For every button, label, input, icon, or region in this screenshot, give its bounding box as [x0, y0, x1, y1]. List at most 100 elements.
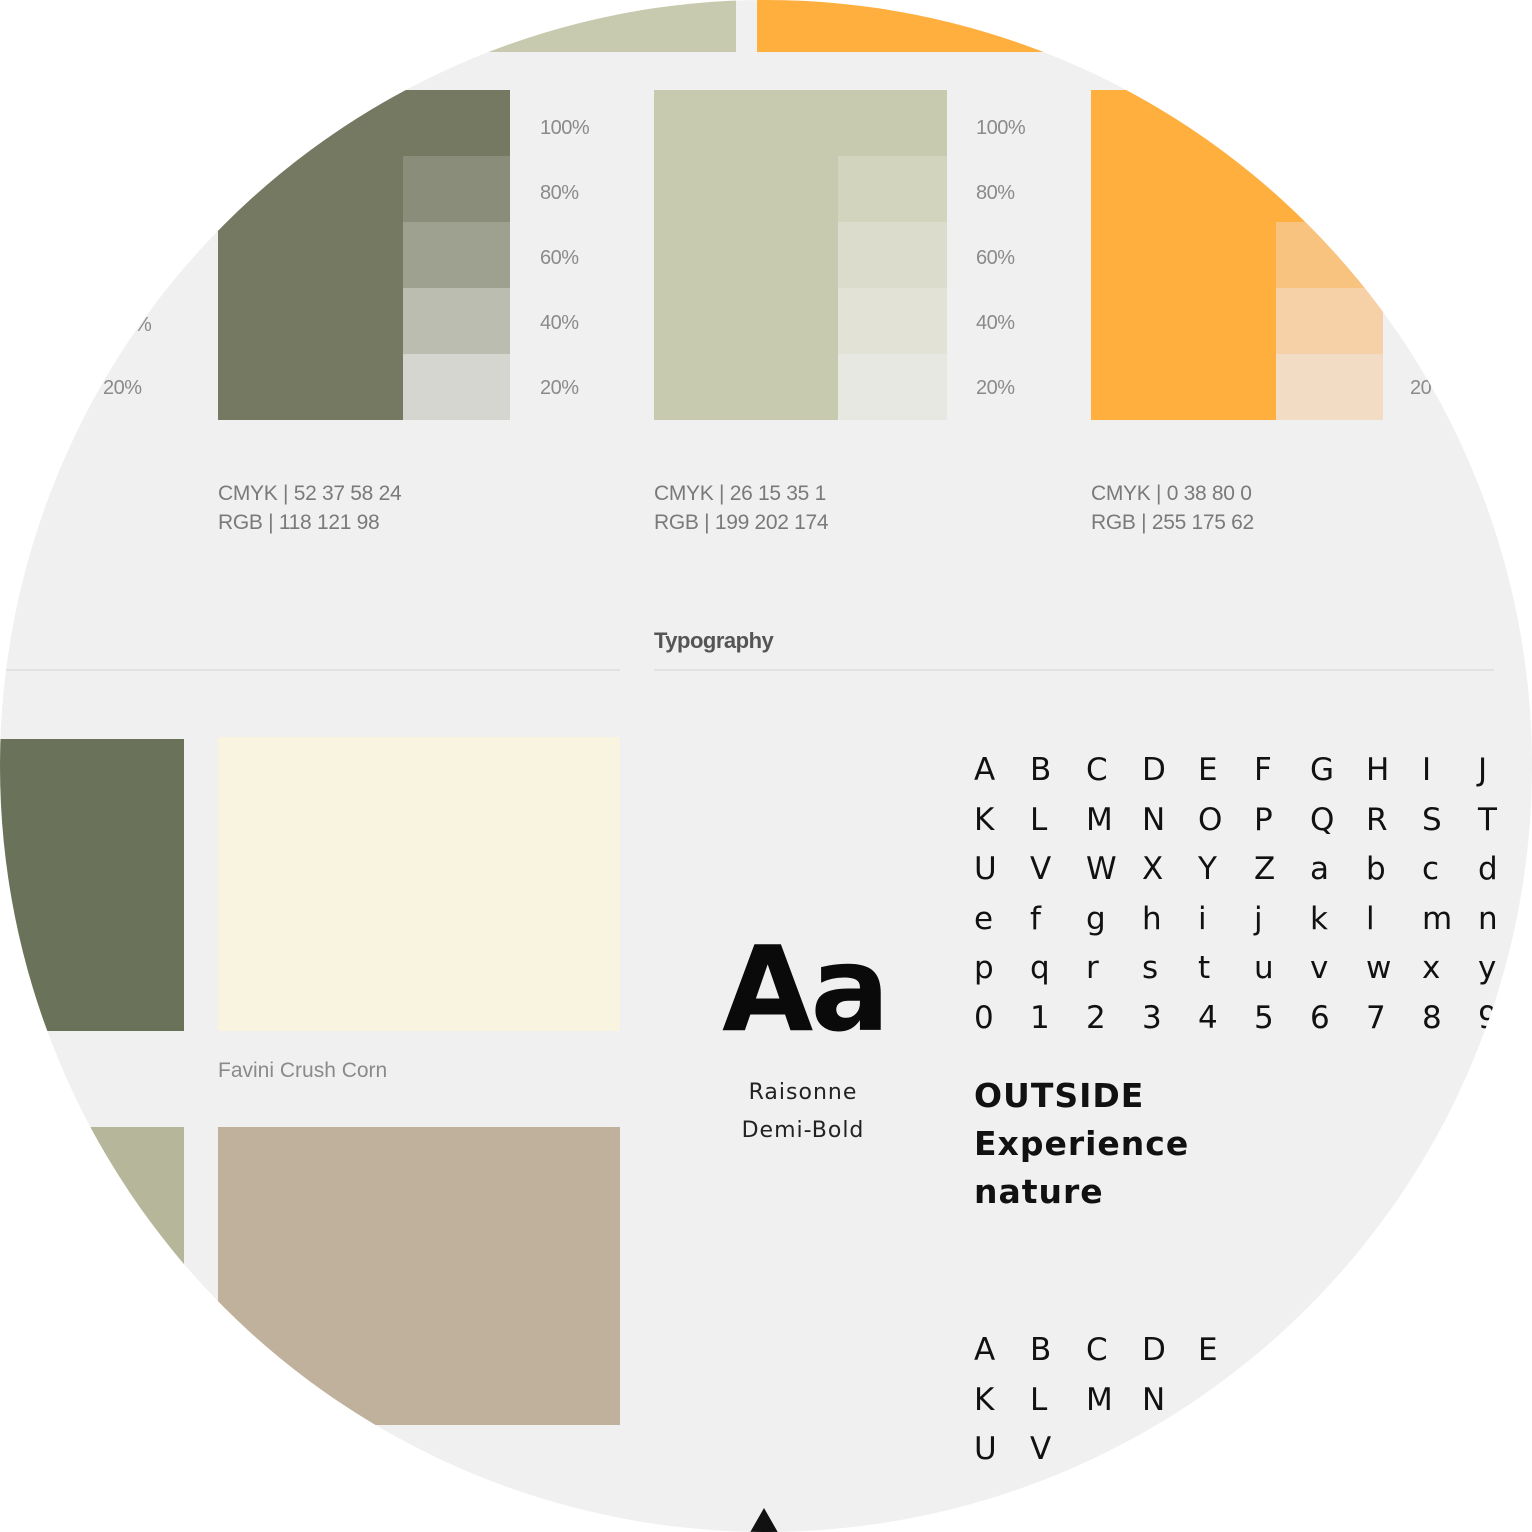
glyph: X — [1142, 851, 1164, 887]
tint-orange-40 — [1276, 288, 1383, 354]
glyph: T — [1478, 801, 1497, 838]
top-sage-strip — [380, 0, 736, 52]
glyph: v — [1310, 950, 1329, 986]
tint-sage-60 — [838, 222, 947, 288]
paper-swatch-tan — [218, 1127, 620, 1425]
glyph: I — [1422, 752, 1432, 788]
font-specimen-aa: Aa — [722, 920, 890, 1058]
glyph: n — [1478, 900, 1498, 937]
tint-label: 40% — [976, 312, 1015, 334]
glyph: m — [1422, 900, 1453, 937]
glyph: c — [1422, 851, 1440, 887]
sample-line-3: nature — [974, 1172, 1104, 1211]
orange-rgb: RGB | 255 175 62 — [1091, 511, 1254, 534]
glyph: O — [1198, 801, 1223, 838]
paper-swatch-green — [0, 739, 184, 1031]
tint-orange-20 — [1276, 354, 1383, 420]
glyph: H — [1366, 752, 1390, 788]
glyph: J — [1478, 752, 1488, 788]
tint-orange-60 — [1276, 222, 1383, 288]
tint-olive-80 — [403, 156, 510, 222]
glyph: a — [1310, 851, 1329, 887]
tint-label: 100% — [540, 117, 590, 139]
glyph: K — [974, 1381, 995, 1418]
glyph: B — [1030, 1332, 1052, 1368]
glyph: y — [1478, 950, 1497, 986]
top-orange-strip — [757, 0, 1177, 52]
glyph: w — [1366, 950, 1392, 986]
glyph: N — [1142, 801, 1166, 838]
glyph: L — [1030, 1381, 1048, 1418]
glyph: 3 — [1142, 999, 1162, 1036]
glyph: N — [1142, 1381, 1166, 1418]
glyph: M — [1086, 801, 1113, 838]
glyph: 4 — [1198, 999, 1218, 1036]
glyph: U — [974, 1431, 997, 1467]
glyph: u — [1254, 950, 1274, 986]
tint-label: 80% — [540, 182, 579, 204]
glyph: V — [1030, 851, 1052, 887]
sage-rgb: RGB | 199 202 174 — [654, 511, 829, 534]
glyph: P — [1254, 801, 1273, 838]
sample-line-1: OUTSIDE — [974, 1076, 1145, 1115]
glyph: Q — [1310, 801, 1335, 838]
tint-label: 100% — [976, 117, 1026, 139]
glyph: 8 — [1422, 999, 1442, 1036]
tint-sage-80 — [838, 156, 947, 222]
glyph: M — [1086, 1381, 1113, 1418]
glyph: V — [1030, 1431, 1052, 1467]
glyph: k — [1310, 900, 1328, 937]
left-partial-tint-label: % — [134, 314, 152, 336]
glyph: R — [1366, 801, 1388, 838]
glyph: i — [1198, 900, 1207, 937]
divider-left — [0, 669, 620, 671]
glyph: Y — [1198, 851, 1217, 887]
font-name-line2: Demi-Bold — [741, 1118, 865, 1143]
glyph: S — [1422, 801, 1442, 838]
glyph: C — [1086, 1332, 1108, 1368]
tint-label: 20% — [976, 377, 1015, 399]
glyph: 9 — [1478, 999, 1498, 1036]
glyph: j — [1254, 900, 1263, 937]
glyph: 2 — [1086, 999, 1106, 1036]
tint-olive-60 — [403, 222, 510, 288]
glyph: D — [1142, 1332, 1166, 1368]
glyph: A — [974, 1332, 996, 1368]
glyph: F — [1254, 752, 1272, 788]
sample-line-2: Experience — [974, 1124, 1190, 1163]
glyph: D — [1142, 752, 1166, 788]
olive-rgb: RGB | 118 121 98 — [218, 511, 380, 534]
tint-olive-40 — [403, 288, 510, 354]
font-name: Raisonne Demi-Bold — [700, 1074, 906, 1150]
glyph: x — [1422, 950, 1441, 986]
tint-sage-20 — [838, 354, 947, 420]
glyph: W — [1086, 851, 1117, 887]
olive-cmyk: CMYK | 52 37 58 24 — [218, 482, 402, 505]
glyph: 7 — [1366, 999, 1386, 1036]
glyph: 6 — [1310, 999, 1330, 1036]
glyph: E — [1198, 1332, 1218, 1368]
glyph: B — [1030, 752, 1052, 788]
divider-right — [654, 669, 1494, 671]
glyph: 5 — [1254, 999, 1274, 1036]
left-partial-tint-20: 20% — [103, 377, 142, 399]
glyph: q — [1030, 950, 1050, 986]
glyph: E — [1198, 752, 1218, 788]
glyph: e — [974, 900, 994, 937]
glyph: G — [1310, 752, 1335, 788]
glyph: Z — [1254, 851, 1276, 887]
sage-cmyk: CMYK | 26 15 35 1 — [654, 482, 826, 505]
orange-cmyk: CMYK | 0 38 80 0 — [1091, 482, 1252, 505]
glyph-grid: ABCDEF GHI J KL MNOPQRST UVWXY Za bc d ef ghi j k l mn… — [974, 752, 1532, 1049]
brand-guide-crop: % 20% 100% 80% 60% 40% 20% CMYK | 52 37 … — [0, 0, 1532, 1532]
tint-label: 40% — [540, 312, 579, 334]
glyph: l — [1366, 900, 1375, 937]
glyph: 1 — [1030, 999, 1050, 1036]
section-title-typography: Typography — [654, 628, 774, 653]
glyph: g — [1086, 900, 1106, 937]
font-name-line1: Raisonne — [748, 1080, 858, 1105]
glyph: p — [974, 950, 994, 986]
tint-label: 60% — [540, 247, 579, 269]
glyph: f — [1030, 900, 1041, 937]
paper-swatch-corn — [218, 737, 620, 1031]
